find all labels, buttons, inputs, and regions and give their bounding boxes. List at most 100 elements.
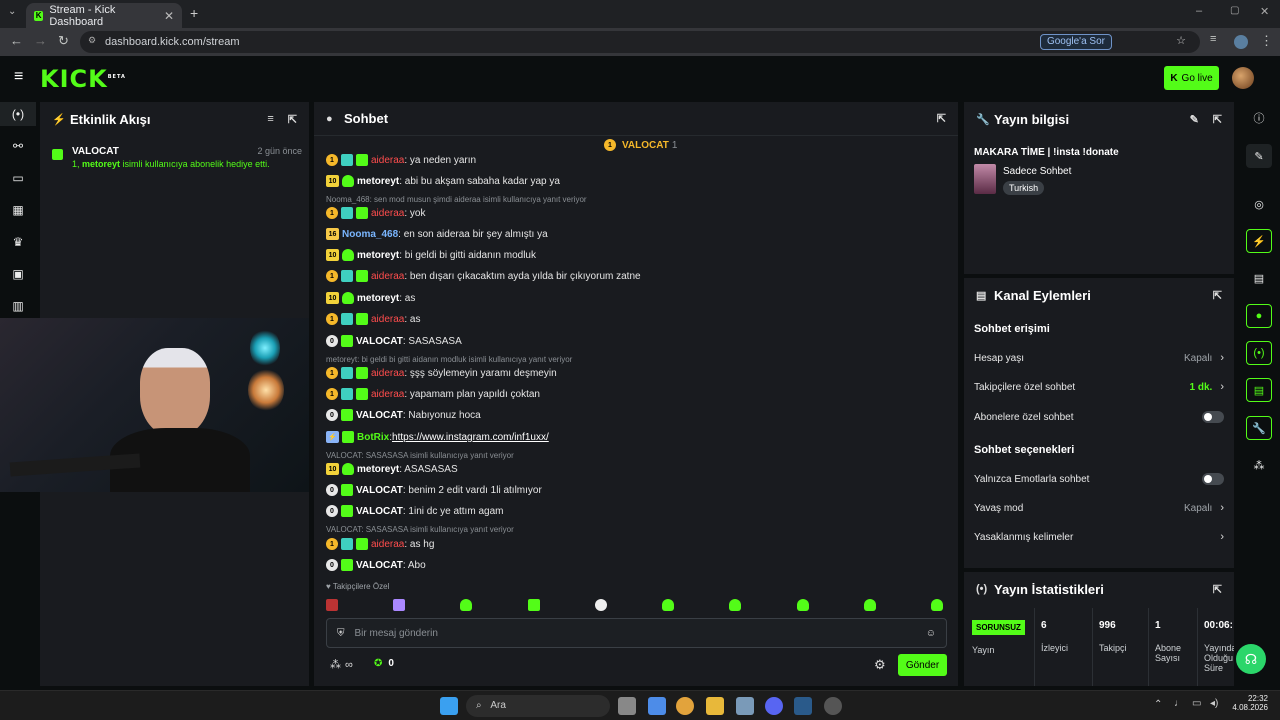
link-icon[interactable]: ⚯	[0, 134, 36, 158]
broadcast-icon[interactable]: (•)	[1246, 341, 1272, 365]
chat-mode-toggle[interactable]: ⁂ ∞	[330, 658, 353, 672]
chat-username[interactable]: aideraa	[371, 539, 404, 550]
emote-icon[interactable]	[326, 599, 338, 611]
mic-icon[interactable]: ♩	[1174, 698, 1184, 709]
url-input[interactable]: ⚙ dashboard.kick.com/stream Google'a Sor…	[80, 31, 1200, 53]
emote-icon[interactable]	[930, 599, 943, 611]
ask-google-button[interactable]: Google'a Sor	[1039, 34, 1112, 50]
go-live-button[interactable]: K Go live	[1164, 66, 1219, 90]
chrome-icon[interactable]	[676, 697, 694, 715]
emote-icon[interactable]	[729, 599, 742, 611]
emote-icon[interactable]	[393, 599, 406, 611]
emotes-only-toggle[interactable]	[1202, 473, 1224, 485]
tray-chevron-icon[interactable]: ⌃	[1154, 699, 1162, 710]
trophy-icon[interactable]: ♛	[0, 230, 36, 254]
emote-icon[interactable]	[662, 599, 675, 611]
taskbar-search[interactable]: ⌕ Ara	[466, 695, 610, 717]
chat-username[interactable]: VALOCAT	[356, 410, 403, 421]
slow-mode-row[interactable]: Yavaş mod Kapalı ›	[974, 502, 1224, 514]
activity-lightning-icon[interactable]: ⚡	[1246, 229, 1272, 253]
wrench-icon[interactable]: 🔧	[1246, 416, 1272, 440]
emote-icon[interactable]	[796, 599, 809, 611]
channel-points[interactable]: ✪ 0	[374, 658, 394, 669]
stream-broadcast-icon[interactable]: (•)	[0, 102, 36, 126]
emoji-icon[interactable]: ☺	[926, 628, 936, 639]
window-icon[interactable]: ▭	[0, 166, 36, 190]
bookmark-star-icon[interactable]: ☆	[1176, 34, 1186, 47]
popout-icon[interactable]: ⇱	[937, 112, 946, 125]
subscribers-only-toggle[interactable]	[1202, 411, 1224, 423]
chat-username[interactable]: aideraa	[371, 389, 404, 400]
send-button[interactable]: Gönder	[898, 654, 947, 676]
chat-username[interactable]: BotRix	[357, 432, 389, 443]
close-window-icon[interactable]: ✕	[1260, 5, 1269, 18]
chat-username[interactable]: metoreyt	[357, 176, 399, 187]
pinned-gifter[interactable]: 1 VALOCAT 1	[604, 139, 677, 151]
emote-icon[interactable]	[527, 599, 540, 611]
forward-icon[interactable]: →	[34, 33, 47, 48]
filter-icon[interactable]: ≡	[267, 113, 273, 126]
account-age-row[interactable]: Hesap yaşı Kapalı ›	[974, 352, 1224, 364]
task-view-icon[interactable]	[618, 697, 636, 715]
app-icon[interactable]	[824, 697, 842, 715]
chat-link[interactable]: https://www.instagram.com/inf1uxx/	[392, 432, 549, 443]
reload-icon[interactable]: ↻	[58, 33, 69, 49]
followers-only-row[interactable]: Takipçilere özel sohbet 1 dk. ›	[974, 381, 1224, 393]
chat-username[interactable]: VALOCAT	[356, 506, 403, 517]
store-icon[interactable]	[648, 697, 666, 715]
kick-logo[interactable]: KICKBETA	[40, 65, 126, 93]
video-icon[interactable]: ▣	[0, 262, 36, 286]
chat-username[interactable]: VALOCAT	[356, 485, 403, 496]
reading-list-icon[interactable]: ≡	[1210, 33, 1216, 45]
steam-icon[interactable]	[794, 697, 812, 715]
close-tab-icon[interactable]: ✕	[164, 9, 174, 23]
chat-username[interactable]: aideraa	[371, 155, 404, 166]
chat-username[interactable]: metoreyt	[357, 250, 399, 261]
back-icon[interactable]: ←	[10, 33, 23, 48]
volume-icon[interactable]: ◂)	[1210, 698, 1218, 709]
profile-icon[interactable]	[1234, 35, 1248, 49]
banned-words-row[interactable]: Yasaklanmış kelimeler ›	[974, 531, 1224, 543]
chart-icon[interactable]: ▥	[0, 294, 36, 318]
network-icon[interactable]: ▭	[1192, 698, 1201, 709]
new-tab-icon[interactable]: +	[190, 5, 198, 21]
clock[interactable]: 22:32 4.08.2026	[1232, 694, 1268, 712]
chat-bubble-icon[interactable]: ●	[1246, 304, 1272, 328]
maximize-icon[interactable]: ▢	[1230, 5, 1239, 16]
app-icon[interactable]	[736, 697, 754, 715]
document-icon[interactable]: ▤	[1246, 266, 1272, 290]
support-headset-icon[interactable]: ☊	[1236, 644, 1266, 674]
popout-icon[interactable]: ⇱	[1213, 583, 1222, 596]
chat-input[interactable]: ⛨ Bir mesaj gönderin ☺	[326, 618, 947, 648]
analytics-icon[interactable]: ▦	[0, 198, 36, 222]
chat-username[interactable]: Nooma_468	[342, 229, 398, 240]
chat-username[interactable]: aideraa	[371, 208, 404, 219]
browser-tab[interactable]: K Stream - Kick Dashboard ✕	[26, 3, 182, 28]
file-explorer-icon[interactable]	[706, 697, 724, 715]
chat-username[interactable]: metoreyt	[357, 464, 399, 475]
category-name[interactable]: Sadece Sohbet	[1003, 166, 1071, 177]
emote-icon[interactable]	[460, 599, 473, 611]
discord-icon[interactable]	[765, 697, 783, 715]
menu-dots-icon[interactable]: ⋮	[1260, 33, 1273, 49]
edit-pencil-icon[interactable]: ✎	[1190, 113, 1199, 126]
chat-username[interactable]: VALOCAT	[356, 560, 403, 571]
chat-username[interactable]: metoreyt	[357, 293, 399, 304]
panel-icon[interactable]: ▤	[1246, 378, 1272, 402]
hamburger-menu-icon[interactable]: ≡	[14, 68, 23, 86]
popout-icon[interactable]: ⇱	[288, 113, 297, 126]
popout-icon[interactable]: ⇱	[1213, 289, 1222, 302]
user-avatar[interactable]	[1232, 67, 1254, 89]
windows-start-icon[interactable]	[440, 697, 458, 715]
minimize-icon[interactable]: –	[1196, 5, 1202, 17]
edit-pencil-icon[interactable]: ✎	[1246, 144, 1272, 168]
emote-icon[interactable]	[863, 599, 876, 611]
camera-icon[interactable]: ◎	[1246, 192, 1272, 216]
chat-username[interactable]: VALOCAT	[356, 336, 403, 347]
chat-username[interactable]: aideraa	[371, 271, 404, 282]
info-icon[interactable]: ⓘ	[1246, 106, 1272, 130]
site-info-icon[interactable]: ⚙	[88, 35, 96, 46]
emote-icon[interactable]	[594, 599, 607, 611]
tab-list-icon[interactable]: ⌄	[8, 6, 16, 17]
chat-username[interactable]: aideraa	[371, 314, 404, 325]
